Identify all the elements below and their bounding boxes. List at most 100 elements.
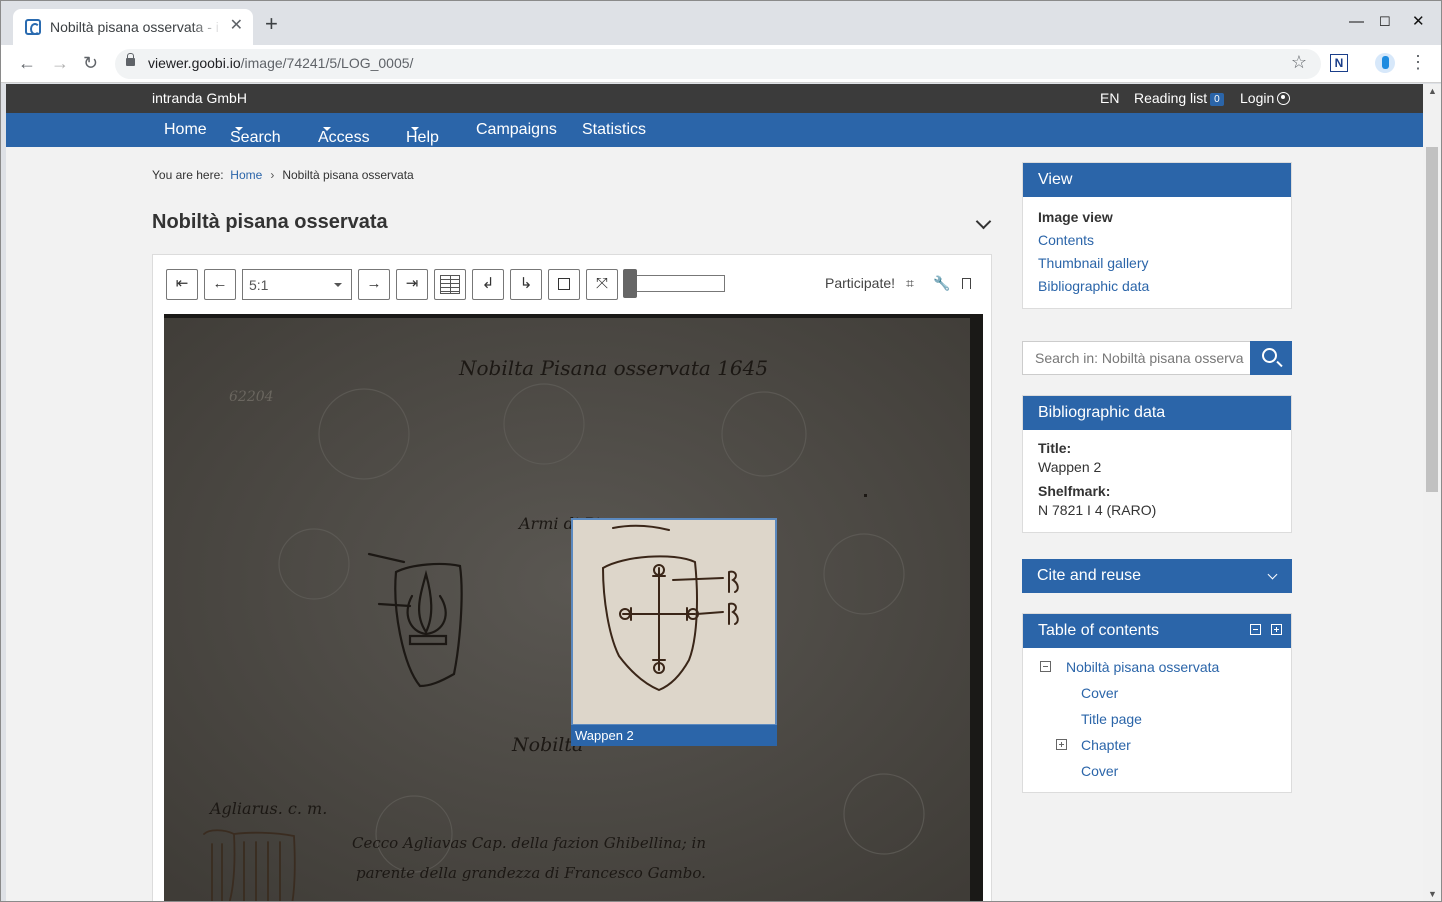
extension-profile-icon[interactable] xyxy=(1375,53,1395,73)
scan-number: 62204 xyxy=(229,389,274,405)
page-scrollbar[interactable]: ▲ ▼ xyxy=(1423,84,1441,901)
scan-line-2: parente della grandezza di Francesco Gam… xyxy=(356,864,706,882)
rotate-right-button[interactable]: ↳ xyxy=(510,269,542,300)
browser-window: Nobiltà pisana osservata - i ✕ + — ☐ ✕ ←… xyxy=(0,0,1442,902)
user-icon xyxy=(1277,92,1291,105)
last-page-button[interactable]: ⇥ xyxy=(396,269,428,300)
page-title: Nobiltà pisana osservata xyxy=(152,211,388,233)
rotate-left-button[interactable]: ↲ xyxy=(472,269,504,300)
bib-shelfmark-value: N 7821 I 4 (RARO) xyxy=(1038,502,1157,518)
crop-icon[interactable]: ⌗ xyxy=(906,275,914,292)
zoom-slider-handle[interactable] xyxy=(623,269,637,298)
toc-item-cover-2[interactable]: Cover xyxy=(1038,758,1276,784)
scrollbar-thumb[interactable] xyxy=(1426,147,1438,492)
region-label: Wappen 2 xyxy=(571,725,777,746)
close-tab-icon[interactable]: ✕ xyxy=(230,17,243,35)
expand-node-icon[interactable] xyxy=(1056,739,1067,750)
view-link-bibliographic-data[interactable]: Bibliographic data xyxy=(1038,278,1276,294)
tab-title: Nobiltà pisana osservata - i xyxy=(50,19,222,35)
view-current-image-view: Image view xyxy=(1038,209,1113,225)
breadcrumb: You are here: Home › Nobiltà pisana osserv… xyxy=(152,168,414,182)
scan-agliarus: Agliarus. c. m. xyxy=(210,799,328,818)
reading-list-link[interactable]: Reading list 0 xyxy=(1134,90,1224,106)
toc-item-cover[interactable]: Cover xyxy=(1038,680,1276,706)
toc-panel-heading: Table of contents xyxy=(1023,614,1291,648)
view-link-contents[interactable]: Contents xyxy=(1038,232,1276,248)
close-window-icon[interactable]: ✕ xyxy=(1412,12,1425,32)
menu-kebab-icon[interactable]: ⋮ xyxy=(1409,51,1427,73)
participate-link[interactable]: Participate! xyxy=(825,275,895,291)
coat-of-arms-drawing xyxy=(601,524,739,692)
breadcrumb-current: Nobiltà pisana osservata xyxy=(282,168,414,182)
main-nav: Home Search Access Help Campaigns Statis… xyxy=(6,113,1423,147)
scroll-up-icon[interactable]: ▲ xyxy=(1428,86,1437,96)
toc-item-chapter[interactable]: Chapter xyxy=(1038,732,1276,758)
extension-n-icon[interactable]: N xyxy=(1330,54,1348,72)
new-tab-icon[interactable]: + xyxy=(265,13,278,35)
toc-item-title-page[interactable]: Title page xyxy=(1038,706,1276,732)
breadcrumb-separator: › xyxy=(270,168,275,182)
view-link-thumbnail-gallery[interactable]: Thumbnail gallery xyxy=(1038,255,1276,271)
cite-panel[interactable]: Cite and reuse xyxy=(1022,559,1292,593)
collapse-node-icon[interactable] xyxy=(1040,661,1051,672)
bib-title-key: Title: xyxy=(1038,440,1072,456)
search-input[interactable]: Search in: Nobiltà pisana osserva xyxy=(1022,341,1251,375)
next-page-button[interactable]: → xyxy=(358,269,390,300)
annotated-region[interactable] xyxy=(571,518,777,726)
collapse-all-icon[interactable] xyxy=(1250,624,1261,635)
bookmark-star-icon[interactable]: ☆ xyxy=(1291,52,1307,73)
nav-access[interactable]: Access xyxy=(318,121,370,146)
nav-help[interactable]: Help xyxy=(406,121,439,146)
toc-panel: Table of contents Nobiltà pisana osserva… xyxy=(1022,613,1292,793)
fullscreen-button[interactable]: ⤧ xyxy=(586,269,618,300)
breadcrumb-label: You are here: xyxy=(152,168,224,182)
nav-search[interactable]: Search xyxy=(230,121,281,146)
back-icon[interactable]: ← xyxy=(18,52,36,74)
nav-campaigns[interactable]: Campaigns xyxy=(476,121,557,139)
minimize-icon[interactable]: — xyxy=(1349,12,1364,32)
language-switch[interactable]: EN xyxy=(1100,90,1119,106)
nav-statistics[interactable]: Statistics xyxy=(582,121,646,139)
search-icon xyxy=(1262,348,1277,363)
org-name: intranda GmbH xyxy=(152,90,247,106)
toc-item-root[interactable]: Nobiltà pisana osservata xyxy=(1038,654,1276,680)
favicon-icon xyxy=(25,19,41,35)
address-bar[interactable]: viewer.goobi.io/image/74241/5/LOG_0005/ … xyxy=(115,49,1321,79)
bookmark-icon[interactable] xyxy=(962,275,971,291)
tab-strip: Nobiltà pisana osservata - i ✕ + — ☐ ✕ xyxy=(1,1,1441,45)
chevron-down-icon xyxy=(1267,569,1278,580)
wrench-icon[interactable]: 🔧 xyxy=(933,275,950,292)
view-panel-heading: View xyxy=(1023,163,1291,197)
url-text: viewer.goobi.io/image/74241/5/LOG_0005/ xyxy=(148,55,414,71)
web-page: intranda GmbH EN Reading list 0 Login Hom… xyxy=(6,84,1423,901)
manuscript-image[interactable]: Nobilta Pisana osservata 1645 62204 Armi… xyxy=(164,314,983,901)
bib-shelfmark-key: Shelfmark: xyxy=(1038,483,1111,499)
expand-all-icon[interactable] xyxy=(1271,624,1282,635)
scan-heading: Nobilta Pisana osservata 1645 xyxy=(459,356,769,380)
image-viewer: ⇤ ← 5:1 → ⇥ ↲ ↳ ⤧ Participate! ⌗ 🔧 Nobil… xyxy=(152,254,992,901)
nav-home[interactable]: Home xyxy=(164,121,207,139)
zoom-slider[interactable] xyxy=(623,269,725,298)
title-chevron-icon[interactable] xyxy=(975,213,992,230)
reading-list-count: 0 xyxy=(1210,93,1224,106)
view-panel: View Image view Contents Thumbnail galle… xyxy=(1022,162,1292,309)
bib-panel-heading: Bibliographic data xyxy=(1023,396,1291,430)
scan-line-1: Cecco Agliavas Cap. della fazion Ghibell… xyxy=(352,834,707,852)
zoom-select[interactable]: 5:1 xyxy=(242,269,352,300)
bib-title-value: Wappen 2 xyxy=(1038,459,1102,475)
browser-toolbar: ← → ↻ viewer.goobi.io/image/74241/5/LOG_… xyxy=(1,45,1441,83)
maximize-icon[interactable]: ☐ xyxy=(1379,12,1391,32)
forward-icon[interactable]: → xyxy=(51,52,69,74)
breadcrumb-home[interactable]: Home xyxy=(230,168,262,182)
reload-icon[interactable]: ↻ xyxy=(83,52,98,74)
cite-panel-heading[interactable]: Cite and reuse xyxy=(1022,559,1292,593)
reset-rotation-button[interactable] xyxy=(548,269,580,300)
first-page-button[interactable]: ⇤ xyxy=(166,269,198,300)
scroll-down-icon[interactable]: ▼ xyxy=(1428,889,1437,899)
search-button[interactable] xyxy=(1250,341,1292,375)
browser-tab[interactable]: Nobiltà pisana osservata - i ✕ xyxy=(13,9,253,45)
bibliographic-panel: Bibliographic data Title: Wappen 2 Shelf… xyxy=(1022,395,1292,533)
double-page-button[interactable] xyxy=(434,269,466,300)
login-link[interactable]: Login xyxy=(1240,90,1291,106)
prev-page-button[interactable]: ← xyxy=(204,269,236,300)
